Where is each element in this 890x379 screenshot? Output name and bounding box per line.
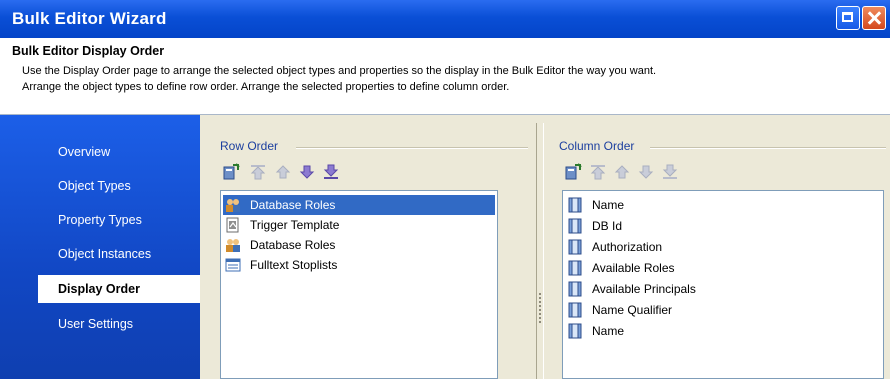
wizard-header: Bulk Editor Display Order Use the Displa… (0, 38, 890, 115)
list-item-label: Authorization (592, 240, 663, 254)
property-column-icon (567, 302, 583, 318)
title-bar: Bulk Editor Wizard (0, 0, 890, 38)
property-column-icon (567, 260, 583, 276)
panel-splitter[interactable] (536, 123, 544, 379)
list-item-label: Name (592, 324, 625, 338)
column-order-separator (650, 147, 886, 149)
property-column-icon (567, 218, 583, 234)
list-item-label: Database Roles (250, 198, 336, 212)
row-move-up-icon[interactable] (274, 163, 292, 181)
column-order-label: Column Order (559, 139, 635, 153)
list-item[interactable]: DB Id (565, 216, 881, 236)
row-move-bottom-icon[interactable] (322, 163, 340, 181)
list-item[interactable]: Trigger Template (223, 215, 495, 235)
property-column-icon (567, 323, 583, 339)
description-line-1: Use the Display Order page to arrange th… (22, 65, 657, 77)
splitter-grip[interactable] (539, 293, 541, 323)
list-item[interactable]: Name Qualifier (565, 300, 881, 320)
property-column-icon (567, 239, 583, 255)
column-add-icon[interactable] (564, 163, 582, 181)
list-item[interactable]: Name (565, 195, 881, 215)
list-item[interactable]: Fulltext Stoplists (223, 255, 495, 275)
list-item[interactable]: Database Roles (223, 195, 495, 215)
list-item-label: Available Roles (592, 261, 675, 275)
list-item[interactable]: Available Principals (565, 279, 881, 299)
property-column-icon (567, 281, 583, 297)
row-move-down-icon[interactable] (298, 163, 316, 181)
list-item-label: Database Roles (250, 238, 336, 252)
list-item-label: Fulltext Stoplists (250, 258, 338, 272)
row-order-separator (296, 147, 528, 149)
column-move-down-icon[interactable] (637, 163, 655, 181)
list-item-label: Name Qualifier (592, 303, 673, 317)
main-panel: Row Order Database Roles Trigger Templat… (200, 115, 890, 379)
row-order-label: Row Order (220, 139, 279, 153)
list-item[interactable]: Name (565, 321, 881, 341)
wizard-sidebar: Overview Object Types Property Types Obj… (0, 115, 200, 379)
fulltext-stoplist-icon (225, 257, 241, 273)
list-item-label: DB Id (592, 219, 623, 233)
row-move-top-icon[interactable] (249, 163, 267, 181)
list-item-label: Available Principals (592, 282, 696, 296)
list-item[interactable]: Database Roles (223, 235, 495, 255)
sidebar-item-property-types[interactable]: Property Types (0, 206, 200, 234)
row-order-toolbar (220, 163, 340, 183)
property-column-icon (567, 197, 583, 213)
column-order-toolbar (562, 163, 682, 183)
list-item[interactable]: Available Roles (565, 258, 881, 278)
column-move-bottom-icon[interactable] (661, 163, 679, 181)
database-roles-icon (225, 197, 241, 213)
page-description: Use the Display Order page to arrange th… (22, 63, 882, 95)
column-move-top-icon[interactable] (589, 163, 607, 181)
sidebar-item-display-order[interactable]: Display Order (38, 275, 200, 303)
sidebar-item-overview[interactable]: Overview (0, 138, 200, 166)
trigger-template-icon (225, 217, 241, 233)
list-item-label: Trigger Template (250, 218, 340, 232)
maximize-button[interactable] (836, 6, 860, 30)
sidebar-item-object-types[interactable]: Object Types (0, 172, 200, 200)
list-item[interactable]: Authorization (565, 237, 881, 257)
page-title: Bulk Editor Display Order (12, 44, 165, 58)
column-order-list[interactable]: Name DB Id Authorization Available Roles… (562, 190, 884, 379)
list-item-label: Name (592, 198, 625, 212)
close-button[interactable] (862, 6, 886, 30)
row-add-icon[interactable] (222, 163, 240, 181)
database-roles-icon (225, 237, 241, 253)
sidebar-item-object-instances[interactable]: Object Instances (0, 240, 200, 268)
window-title: Bulk Editor Wizard (12, 9, 167, 28)
row-order-list[interactable]: Database Roles Trigger Template Database… (220, 190, 498, 379)
sidebar-item-user-settings[interactable]: User Settings (0, 310, 200, 338)
description-line-2: Arrange the object types to define row o… (22, 81, 510, 93)
column-move-up-icon[interactable] (613, 163, 631, 181)
